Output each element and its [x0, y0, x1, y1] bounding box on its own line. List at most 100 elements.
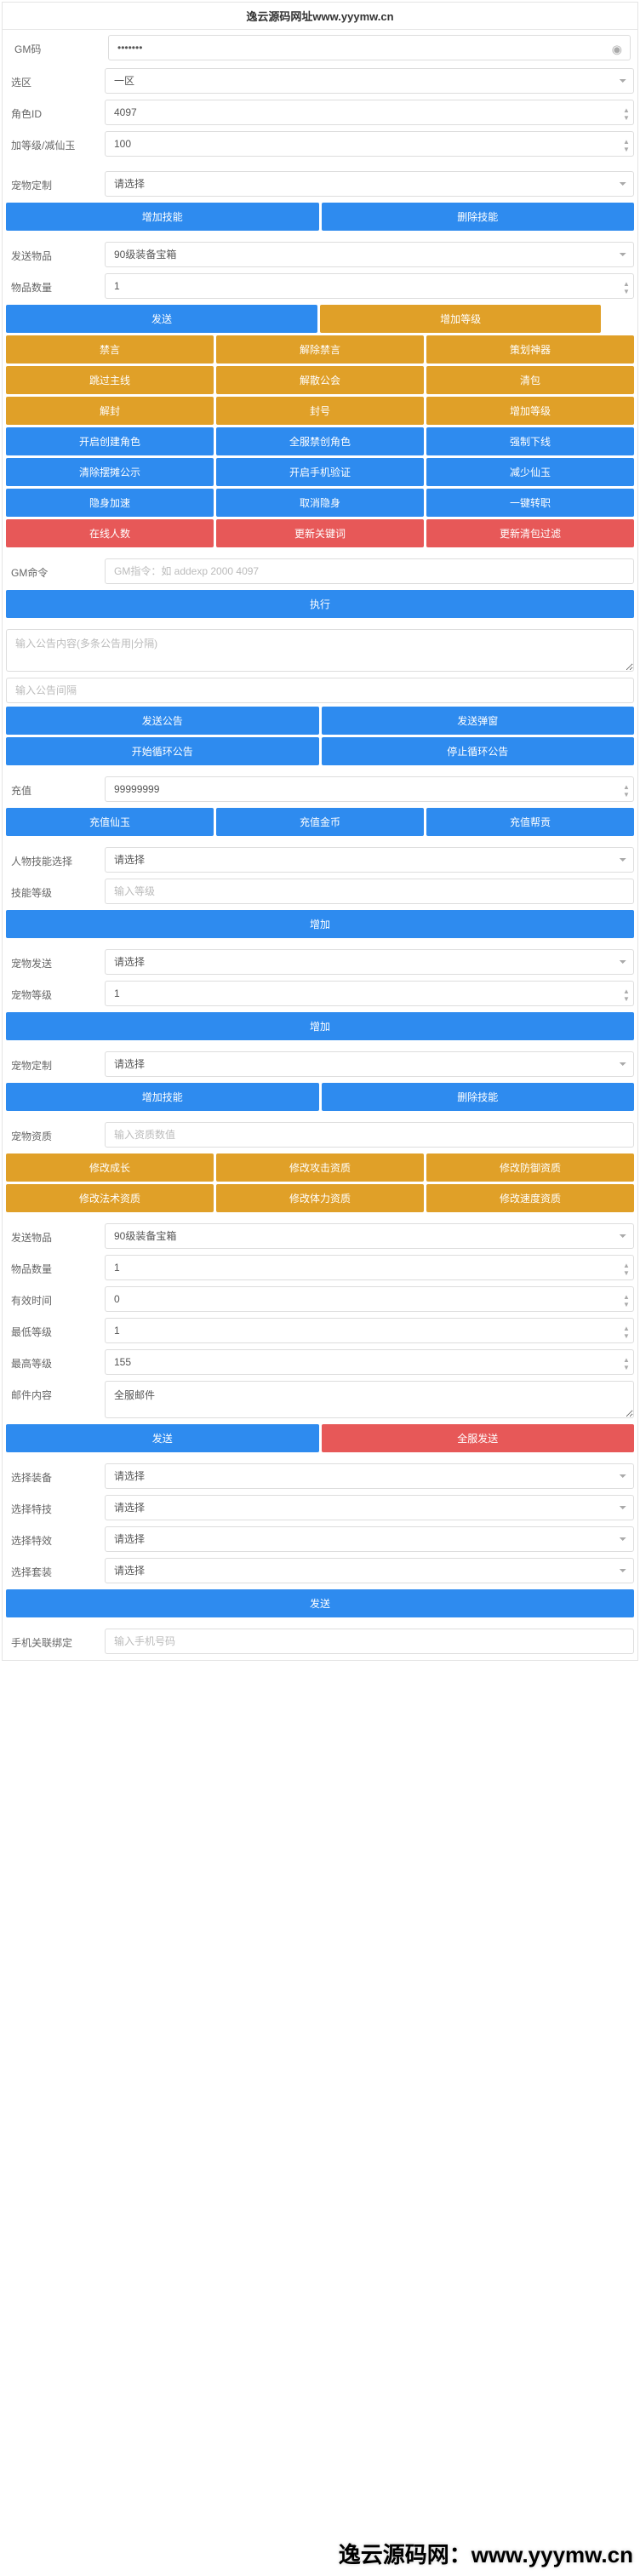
onekey-job-button[interactable]: 一键转职: [426, 489, 634, 517]
spinner-icon[interactable]: ▲▼: [620, 778, 632, 803]
exec-button[interactable]: 执行: [6, 590, 634, 618]
sel-set-select[interactable]: 请选择: [105, 1558, 634, 1583]
role-id-input[interactable]: [105, 100, 634, 125]
add-skill2-button[interactable]: 增加技能: [6, 1083, 319, 1111]
disband-guild-button[interactable]: 解散公会: [216, 366, 424, 394]
mod-magic-button[interactable]: 修改法术资质: [6, 1184, 214, 1212]
phone-verify-button[interactable]: 开启手机验证: [216, 458, 424, 486]
pet-level-input[interactable]: [105, 981, 634, 1006]
max-lvl-input[interactable]: [105, 1349, 634, 1375]
stealth-speed-button[interactable]: 隐身加速: [6, 489, 214, 517]
unmute-button[interactable]: 解除禁言: [216, 335, 424, 364]
sel-equip-select[interactable]: 请选择: [105, 1463, 634, 1489]
plan-tool-button[interactable]: 策划神器: [426, 335, 634, 364]
start-loop-button[interactable]: 开始循环公告: [6, 737, 319, 765]
recharge-input[interactable]: [105, 776, 634, 802]
del-skill-button[interactable]: 删除技能: [322, 203, 635, 231]
gm-cmd-input[interactable]: [105, 558, 634, 584]
send-item-select[interactable]: 90级装备宝箱: [105, 242, 634, 267]
watermark: 逸云源码网：www.yyymw.cn: [339, 2538, 633, 2569]
phone-bind-input[interactable]: [105, 1629, 634, 1654]
mod-def-button[interactable]: 修改防御资质: [426, 1153, 634, 1182]
item-qty2-input[interactable]: [105, 1255, 634, 1280]
gm-code-input[interactable]: [108, 35, 631, 60]
clear-stall-button[interactable]: 清除摆摊公示: [6, 458, 214, 486]
notice-content-input[interactable]: [6, 629, 634, 672]
spinner-icon[interactable]: ▲▼: [620, 1257, 632, 1281]
item-qty2-label: 物品数量: [3, 1255, 105, 1283]
valid-time-input[interactable]: [105, 1286, 634, 1312]
add-level-button[interactable]: 增加等级: [320, 305, 601, 333]
zone-label: 选区: [3, 68, 105, 96]
reduce-xianyu-button[interactable]: 减少仙玉: [426, 458, 634, 486]
send-notice-button[interactable]: 发送公告: [6, 707, 319, 735]
disable-create-button[interactable]: 全服禁创角色: [216, 427, 424, 455]
send-item-label: 发送物品: [3, 242, 105, 270]
add-button-2[interactable]: 增加: [6, 1012, 634, 1040]
send-all-button[interactable]: 全服发送: [322, 1424, 635, 1452]
mail-text-label: 邮件内容: [3, 1381, 105, 1421]
notice-interval-input[interactable]: [6, 678, 634, 703]
min-lvl-input[interactable]: [105, 1318, 634, 1343]
item-qty-input[interactable]: [105, 273, 634, 299]
sel-effect-select[interactable]: 请选择: [105, 1526, 634, 1552]
char-skill-label: 人物技能选择: [3, 847, 105, 875]
skill-level-input[interactable]: [105, 879, 634, 904]
ban-button[interactable]: 封号: [216, 397, 424, 425]
send-item2-select[interactable]: 90级装备宝箱: [105, 1223, 634, 1249]
send2-button[interactable]: 发送: [6, 1424, 319, 1452]
page-title: 逸云源码网址www.yyymw.cn: [3, 3, 637, 30]
send-popup-button[interactable]: 发送弹窗: [322, 707, 635, 735]
force-offline-button[interactable]: 强制下线: [426, 427, 634, 455]
spinner-icon[interactable]: ▲▼: [620, 1288, 632, 1313]
update-keywords-button[interactable]: 更新关键词: [216, 519, 424, 547]
zone-select[interactable]: 一区: [105, 68, 634, 94]
update-filter-button[interactable]: 更新清包过滤: [426, 519, 634, 547]
stop-loop-button[interactable]: 停止循环公告: [322, 737, 635, 765]
mod-speed-button[interactable]: 修改速度资质: [426, 1184, 634, 1212]
sel-skill-select[interactable]: 请选择: [105, 1495, 634, 1520]
send3-button[interactable]: 发送: [6, 1589, 634, 1617]
mod-growth-button[interactable]: 修改成长: [6, 1153, 214, 1182]
pet-custom2-select[interactable]: 请选择: [105, 1051, 634, 1077]
add-skill-button[interactable]: 增加技能: [6, 203, 319, 231]
recharge-banggong-button[interactable]: 充值帮贡: [426, 808, 634, 836]
gm-code-label: GM码: [6, 35, 108, 63]
enable-create-button[interactable]: 开启创建角色: [6, 427, 214, 455]
phone-bind-label: 手机关联绑定: [3, 1629, 105, 1657]
pet-custom-select[interactable]: 请选择: [105, 171, 634, 197]
mod-hp-button[interactable]: 修改体力资质: [216, 1184, 424, 1212]
valid-time-label: 有效时间: [3, 1286, 105, 1314]
xianyu-input[interactable]: [105, 131, 634, 157]
sel-effect-label: 选择特效: [3, 1526, 105, 1554]
pet-quality-label: 宠物资质: [3, 1122, 105, 1150]
recharge-xianyu-button[interactable]: 充值仙玉: [6, 808, 214, 836]
pet-send-select[interactable]: 请选择: [105, 949, 634, 975]
char-skill-select[interactable]: 请选择: [105, 847, 634, 873]
clear-bag-button[interactable]: 清包: [426, 366, 634, 394]
sel-set-label: 选择套装: [3, 1558, 105, 1586]
spinner-icon[interactable]: ▲▼: [620, 275, 632, 300]
recharge-gold-button[interactable]: 充值金币: [216, 808, 424, 836]
role-id-label: 角色ID: [3, 100, 105, 128]
online-count-button[interactable]: 在线人数: [6, 519, 214, 547]
add-level2-button[interactable]: 增加等级: [426, 397, 634, 425]
add-button-1[interactable]: 增加: [6, 910, 634, 938]
pet-quality-input[interactable]: [105, 1122, 634, 1148]
spinner-icon[interactable]: ▲▼: [620, 982, 632, 1007]
spinner-icon[interactable]: ▲▼: [620, 101, 632, 126]
spinner-icon[interactable]: ▲▼: [620, 133, 632, 157]
cancel-stealth-button[interactable]: 取消隐身: [216, 489, 424, 517]
min-lvl-label: 最低等级: [3, 1318, 105, 1346]
eye-icon[interactable]: ◉: [612, 42, 622, 56]
spinner-icon[interactable]: ▲▼: [620, 1319, 632, 1344]
del-skill2-button[interactable]: 删除技能: [322, 1083, 635, 1111]
mail-text-input[interactable]: [105, 1381, 634, 1418]
pet-level-label: 宠物等级: [3, 981, 105, 1009]
send-button[interactable]: 发送: [6, 305, 317, 333]
mute-button[interactable]: 禁言: [6, 335, 214, 364]
spinner-icon[interactable]: ▲▼: [620, 1351, 632, 1376]
unban-button[interactable]: 解封: [6, 397, 214, 425]
mod-atk-button[interactable]: 修改攻击资质: [216, 1153, 424, 1182]
skip-main-button[interactable]: 跳过主线: [6, 366, 214, 394]
